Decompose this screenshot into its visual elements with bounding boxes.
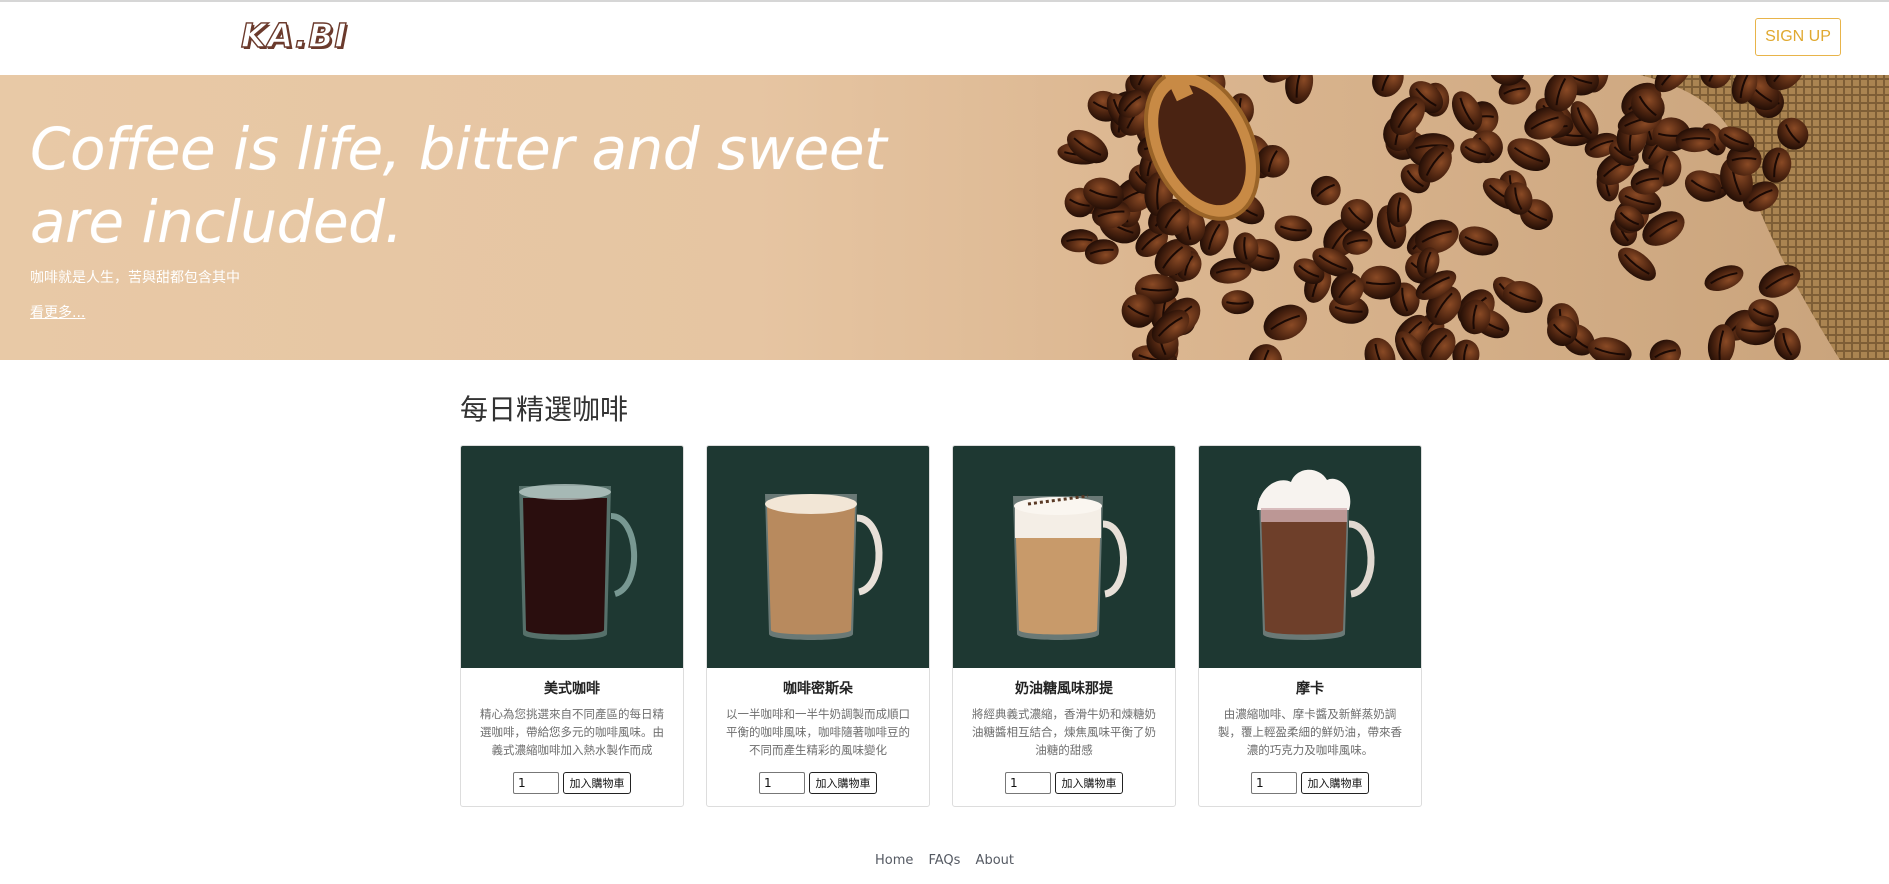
coffee-bean: [1649, 339, 1682, 360]
product-image[interactable]: [707, 446, 929, 668]
add-to-cart-button[interactable]: 加入購物車: [563, 772, 631, 794]
coffee-bean: [1221, 290, 1254, 315]
add-to-cart-button[interactable]: 加入購物車: [1055, 772, 1123, 794]
coffee-beans-image: [1057, 75, 1889, 360]
coffee-bean: [1364, 337, 1396, 360]
coffee-bean: [1310, 175, 1341, 206]
footer-link-faqs[interactable]: FAQs: [928, 853, 960, 868]
product-card-americano: 美式咖啡 精心為您挑選來自不同產區的每日精選咖啡，帶給您多元的咖啡風味。由義式濃…: [460, 445, 684, 807]
product-name: 奶油糖風味那提: [1015, 681, 1113, 697]
coffee-mug-icon: [519, 484, 637, 640]
product-image[interactable]: [461, 446, 683, 668]
product-description: 精心為您挑選來自不同產區的每日精選咖啡，帶給您多元的咖啡風味。由義式濃縮咖啡加入…: [480, 707, 664, 757]
coffee-mug-icon: [765, 494, 883, 640]
quantity-input[interactable]: [1005, 772, 1051, 794]
drink-fill: [767, 506, 855, 635]
footer-link-about[interactable]: About: [976, 853, 1014, 868]
hero-title: Coffee is life, bitter and sweet are inc…: [30, 115, 887, 256]
product-name: 咖啡密斯朵: [783, 681, 853, 697]
hero-banner: Coffee is life, bitter and sweet are inc…: [0, 75, 1889, 360]
add-to-cart-button[interactable]: 加入購物車: [1301, 772, 1369, 794]
hero-subtitle: 咖啡就是人生，苦與甜都包含其中: [30, 270, 240, 286]
coffee-bean: [1274, 215, 1313, 242]
coffee-mug-icon: [1013, 494, 1127, 640]
product-card-macchiato: 咖啡密斯朵 以一半咖啡和一半牛奶調製而成順口平衡的咖啡風味，咖啡隨著咖啡豆的不同…: [706, 445, 930, 807]
coffee-bean: [1458, 226, 1499, 256]
product-card-mocha: 摩卡 由濃縮咖啡、摩卡醬及新鮮蒸奶調製，覆上輕盈柔細的鮮奶油，帶來香濃的巧克力及…: [1198, 445, 1422, 807]
add-to-cart-button[interactable]: 加入購物車: [809, 772, 877, 794]
drink-fill: [523, 498, 607, 635]
coffee-bean: [1704, 265, 1744, 292]
quantity-input[interactable]: [1251, 772, 1297, 794]
footer-link-home[interactable]: Home: [875, 853, 913, 868]
drink-fill: [1261, 510, 1347, 635]
site-footer: Home FAQs About: [0, 849, 1889, 868]
product-description: 將經典義式濃縮，香滑牛奶和煉糖奶油糖醬相互結合，煉焦風味平衡了奶油糖的甜感: [972, 707, 1156, 757]
signup-button[interactable]: SIGN UP: [1755, 18, 1841, 56]
product-description: 以一半咖啡和一半牛奶調製而成順口平衡的咖啡風味，咖啡隨著咖啡豆的不同而產生精彩的…: [726, 707, 910, 757]
section-title: 每日精選咖啡: [460, 393, 629, 426]
coffee-bean: [1617, 247, 1656, 281]
site-header: KA.BI SIGN UP: [0, 2, 1889, 75]
brand-logo[interactable]: KA.BI: [240, 15, 348, 55]
see-more-link[interactable]: 看更多...: [30, 302, 85, 322]
product-name: 摩卡: [1296, 681, 1324, 697]
product-name: 美式咖啡: [544, 681, 600, 697]
product-description: 由濃縮咖啡、摩卡醬及新鮮蒸奶調製，覆上輕盈柔細的鮮奶油，帶來香濃的巧克力及咖啡風…: [1218, 707, 1402, 757]
product-image[interactable]: [1199, 446, 1421, 668]
coffee-mug-icon: [1257, 469, 1375, 640]
coffee-bean: [1684, 170, 1722, 202]
quantity-input[interactable]: [759, 772, 805, 794]
product-card-caramel-latte: 奶油糖風味那提 將經典義式濃縮，香滑牛奶和煉糖奶油糖醬相互結合，煉焦風味平衡了奶…: [952, 445, 1176, 807]
product-image[interactable]: [953, 446, 1175, 668]
quantity-input[interactable]: [513, 772, 559, 794]
coffee-bean: [1372, 75, 1404, 98]
coffee-bean: [1263, 304, 1308, 341]
